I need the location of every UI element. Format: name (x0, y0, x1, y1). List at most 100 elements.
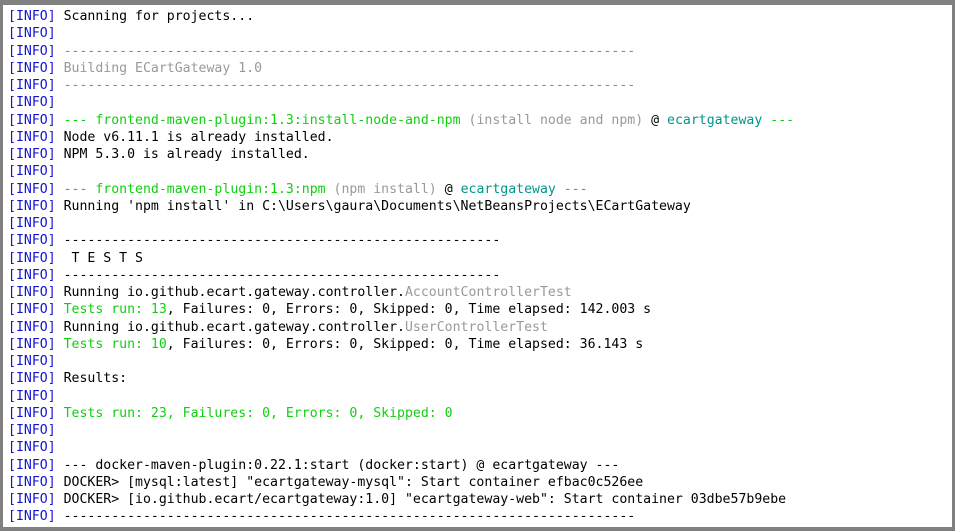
console-log-segment: ecartgateway (667, 112, 763, 128)
log-level-tag: [INFO] (8, 233, 56, 249)
log-level-tag: [INFO] (8, 492, 56, 507)
console-log-line: [INFO] --- frontend-maven-plugin:1.3:ins… (8, 112, 952, 129)
console-log-line: [INFO] Building ECartGateway 1.0 (8, 60, 952, 77)
log-level-tag: [INFO] (8, 26, 56, 42)
log-level-tag: [INFO] (8, 285, 56, 300)
console-log-segment (56, 354, 64, 369)
log-level-tag: [INFO] (8, 474, 56, 490)
log-level-tag: [INFO] (8, 181, 56, 197)
console-log-segment: --- docker-maven-plugin:0.22.1:start (do… (55, 457, 620, 473)
console-log-segment: @ (643, 112, 668, 128)
console-log-segment: --- (762, 112, 795, 128)
console-log-line: [INFO] (8, 388, 952, 405)
console-log-line: [INFO] (8, 422, 952, 439)
console-log-segment: Tests run: 10 (55, 336, 167, 352)
console-log-segment: frontend-maven-plugin:1.3:install-node-a… (95, 112, 461, 128)
console-log-line: [INFO] (8, 353, 952, 370)
console-output-area[interactable]: [INFO] Scanning for projects... [INFO] [I… (3, 5, 952, 527)
console-log-segment: BUILD SUCCESS (56, 527, 167, 528)
console-log-segment (56, 26, 64, 41)
console-log-line: [INFO] --- frontend-maven-plugin:1.3:npm… (8, 181, 952, 198)
console-log-segment: ----------------------------------------… (55, 267, 501, 283)
log-level-tag: [INFO] (8, 198, 56, 214)
log-level-tag: [INFO] (8, 302, 56, 318)
console-log-line: [INFO] (8, 163, 952, 180)
log-level-tag: [INFO] (8, 354, 56, 369)
build-console-window: [INFO] Scanning for projects... [INFO] [I… (0, 0, 955, 531)
console-log-segment: Results: (55, 371, 128, 387)
console-log-line: [INFO] Node v6.11.1 is already installed… (8, 129, 952, 146)
console-log-line: [INFO] ---------------------------------… (8, 43, 952, 60)
console-log-segment (56, 164, 64, 179)
log-level-tag: [INFO] (8, 319, 56, 335)
console-log-segment: UserControllerTest (404, 319, 548, 335)
console-log-line: [INFO] Running io.github.ecart.gateway.c… (8, 284, 952, 301)
console-log-segment (56, 389, 64, 404)
console-log-line: [INFO] Running 'npm install' in C:\Users… (8, 198, 952, 215)
log-level-tag: [INFO] (8, 112, 56, 128)
console-log-segment (56, 423, 64, 438)
console-log-segment: AccountControllerTest (404, 285, 572, 300)
console-log-segment: Building ECartGateway 1.0 (55, 60, 263, 76)
console-log-segment: DOCKER> [io.github.ecart/ecartgateway:1.… (55, 492, 787, 507)
console-log-segment: Tests run: 13 (55, 302, 167, 318)
console-log-segment: (install node and npm) (460, 112, 644, 128)
log-level-tag: [INFO] (8, 509, 56, 525)
console-log-line: [INFO] BUILD SUCCESS (8, 526, 952, 528)
log-level-tag: [INFO] (8, 129, 56, 145)
console-log-line: [INFO] T E S T S (8, 250, 952, 267)
console-log-segment: (npm install) (325, 181, 437, 197)
log-level-tag: [INFO] (8, 405, 56, 421)
console-log-segment: ecartgateway (460, 181, 556, 197)
console-log-segment: Scanning for projects... (55, 9, 255, 24)
log-level-tag: [INFO] (8, 440, 56, 456)
console-log-segment: Tests run: 23, Failures: 0, Errors: 0, S… (55, 405, 453, 421)
console-log-segment: , Failures: 0, Errors: 0, Skipped: 0, Ti… (166, 336, 644, 352)
console-log-line: [INFO] DOCKER> [io.github.ecart/ecartgat… (8, 491, 952, 508)
console-log-line: [INFO] ---------------------------------… (8, 267, 952, 284)
console-log-segment: T E S T S (55, 250, 143, 266)
console-log-segment: Running 'npm install' in C:\Users\gaura\… (55, 198, 691, 214)
log-level-tag: [INFO] (8, 164, 56, 180)
console-log-line: [INFO] (8, 25, 952, 42)
console-log-line: [INFO] Results: (8, 370, 952, 387)
console-log-line: [INFO] ---------------------------------… (8, 77, 952, 94)
log-level-tag: [INFO] (8, 95, 56, 111)
console-log-line: [INFO] --- docker-maven-plugin:0.22.1:st… (8, 457, 952, 474)
log-level-tag: [INFO] (8, 60, 56, 76)
log-level-tag: [INFO] (8, 43, 56, 59)
log-level-tag: [INFO] (8, 147, 56, 162)
console-log-segment: ----------------------------------------… (55, 233, 501, 249)
console-log-line: [INFO] ---------------------------------… (8, 232, 952, 249)
log-level-tag: [INFO] (8, 527, 56, 528)
console-log-segment: NPM 5.3.0 is already installed. (55, 147, 310, 162)
console-log-line: [INFO] (8, 94, 952, 111)
log-level-tag: [INFO] (8, 216, 56, 231)
log-level-tag: [INFO] (8, 388, 56, 404)
console-log-segment: --- (555, 181, 588, 197)
console-log-segment: Node v6.11.1 is already installed. (55, 129, 334, 145)
log-level-tag: [INFO] (8, 371, 56, 387)
log-level-tag: [INFO] (8, 457, 56, 473)
log-level-tag: [INFO] (8, 423, 56, 438)
console-log-line: [INFO] Tests run: 13, Failures: 0, Error… (8, 301, 952, 318)
log-level-tag: [INFO] (8, 78, 56, 93)
console-log-segment: ----------------------------------------… (55, 509, 636, 525)
console-log-segment: Running io.github.ecart.gateway.controll… (55, 285, 405, 300)
console-log-line: [INFO] Scanning for projects... (8, 8, 952, 25)
console-log-line: [INFO] NPM 5.3.0 is already installed. (8, 146, 952, 163)
console-log-segment: Running io.github.ecart.gateway.controll… (55, 319, 405, 335)
console-log-line: [INFO] DOCKER> [mysql:latest] "ecartgate… (8, 474, 952, 491)
log-level-tag: [INFO] (8, 9, 56, 24)
console-log-segment: @ (436, 181, 461, 197)
console-log-segment (56, 95, 64, 110)
console-log-line: [INFO] Tests run: 23, Failures: 0, Error… (8, 405, 952, 422)
console-log-segment (56, 216, 64, 231)
console-log-line: [INFO] (8, 215, 952, 232)
console-log-segment: --- (55, 181, 96, 197)
console-log-line: [INFO] ---------------------------------… (8, 508, 952, 525)
console-log-line: [INFO] Running io.github.ecart.gateway.c… (8, 319, 952, 336)
console-log-line: [INFO] (8, 439, 952, 456)
console-log-line: [INFO] Tests run: 10, Failures: 0, Error… (8, 336, 952, 353)
console-log-segment: ----------------------------------------… (55, 78, 636, 93)
